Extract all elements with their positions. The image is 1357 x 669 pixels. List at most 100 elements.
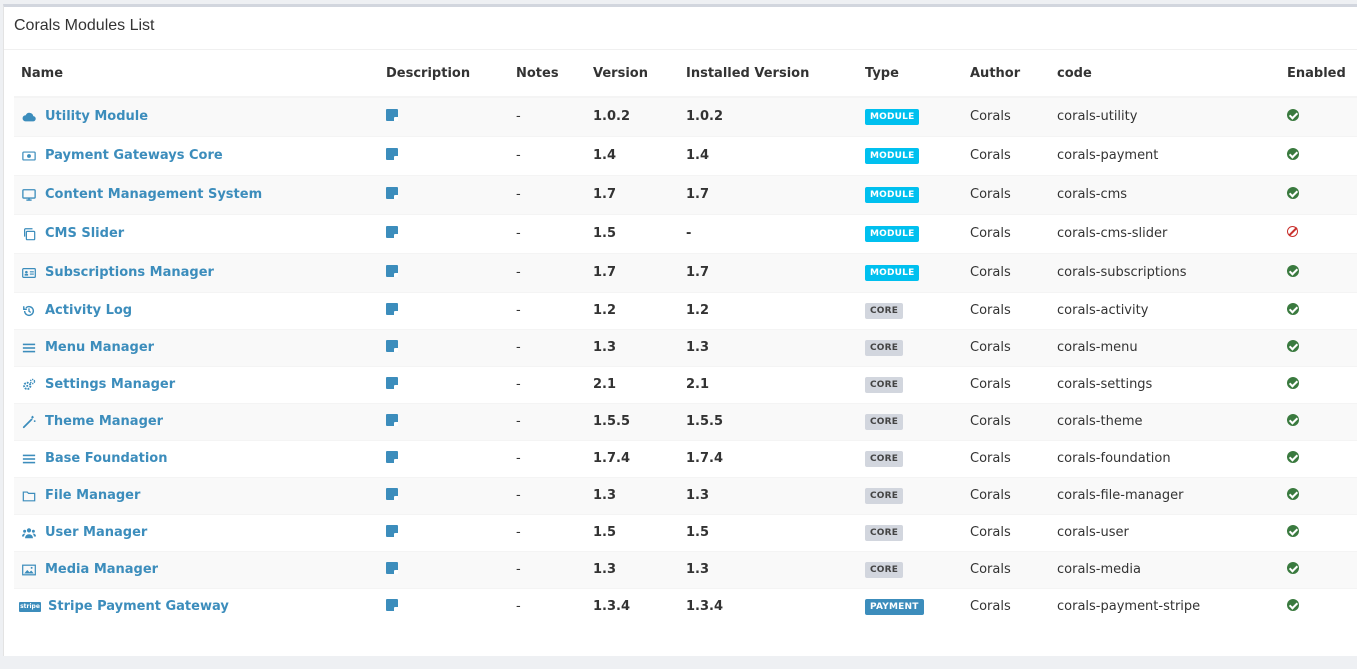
cell-notes: - [509,402,586,440]
cell-version: 1.3 [586,550,679,588]
sticky-note-icon[interactable] [386,108,398,121]
cell-type: CORE [858,291,963,329]
check-circle-icon [1287,339,1299,352]
cell-author: Corals [963,328,1050,366]
sticky-note-icon[interactable] [386,561,398,574]
type-badge: CORE [865,525,904,541]
cell-code: corals-settings [1050,365,1280,403]
cell-version: 1.2 [586,291,679,329]
table-row: Media Manager - 1.3 1.3 CORE Corals cora… [14,550,1357,588]
cell-notes: - [509,213,586,253]
module-name-link[interactable]: Theme Manager [45,414,163,429]
sticky-note-icon[interactable] [386,487,398,500]
cell-type: CORE [858,476,963,514]
table-header-row: Name Description Notes Version Installed… [14,50,1357,98]
cell-description [379,365,509,403]
cell-installed-version: 1.4 [679,135,858,175]
check-circle-icon [1287,413,1299,426]
col-version[interactable]: Version [586,50,679,98]
sticky-note-icon[interactable] [386,225,398,238]
type-badge: CORE [865,451,904,467]
sticky-note-icon[interactable] [386,413,398,426]
type-badge: PAYMENT [865,599,924,616]
col-installed-version[interactable]: Installed Version [679,50,858,98]
cell-type: CORE [858,439,963,477]
panel-title: Corals Modules List [4,7,1357,50]
cell-enabled [1280,135,1357,175]
col-author[interactable]: Author [963,50,1050,98]
cell-code: corals-cms [1050,174,1280,214]
cell-enabled [1280,174,1357,214]
module-name-link[interactable]: User Manager [45,525,147,540]
module-name-link[interactable]: Activity Log [45,303,132,318]
cell-version: 2.1 [586,365,679,403]
sticky-note-icon[interactable] [386,524,398,537]
module-name-link[interactable]: File Manager [45,488,140,503]
cell-author: Corals [963,252,1050,292]
cell-author: Corals [963,174,1050,214]
cell-installed-version: 1.5 [679,513,858,551]
cell-installed-version: 1.3 [679,550,858,588]
sticky-note-icon[interactable] [386,264,398,277]
col-code[interactable]: code [1050,50,1280,98]
cell-name: Media Manager [14,550,379,588]
cell-enabled [1280,96,1357,136]
sticky-note-icon[interactable] [386,598,398,611]
sticky-note-icon[interactable] [386,339,398,352]
module-name-link[interactable]: CMS Slider [45,226,124,241]
module-name-link[interactable]: Utility Module [45,109,148,124]
module-name-link[interactable]: Stripe Payment Gateway [48,599,229,614]
module-name-link[interactable]: Base Foundation [45,451,168,466]
check-circle-icon [1287,524,1299,537]
cell-code: corals-cms-slider [1050,213,1280,253]
cell-version: 1.0.2 [586,96,679,136]
cell-description [379,291,509,329]
module-name-link[interactable]: Subscriptions Manager [45,265,214,280]
cell-notes: - [509,513,586,551]
cell-code: corals-activity [1050,291,1280,329]
magic-wand-icon [21,414,37,430]
col-description[interactable]: Description [379,50,509,98]
cell-name: Activity Log [14,291,379,329]
cell-name: stripe Stripe Payment Gateway [14,587,379,625]
sticky-note-icon[interactable] [386,450,398,463]
cell-author: Corals [963,291,1050,329]
cell-notes: - [509,96,586,136]
cell-description [379,174,509,214]
cell-description [379,213,509,253]
cell-installed-version: 1.3.4 [679,587,858,625]
type-badge: CORE [865,340,904,356]
module-name-link[interactable]: Payment Gateways Core [45,148,223,163]
sticky-note-icon[interactable] [386,186,398,199]
cell-type: MODULE [858,96,963,136]
stripe-icon: stripe [19,599,41,615]
check-circle-icon [1287,147,1299,160]
cell-author: Corals [963,402,1050,440]
check-circle-icon [1287,302,1299,315]
sticky-note-icon[interactable] [386,147,398,160]
module-name-link[interactable]: Content Management System [45,187,262,202]
col-name[interactable]: Name [14,50,379,98]
cell-code: corals-subscriptions [1050,252,1280,292]
col-notes[interactable]: Notes [509,50,586,98]
type-badge: CORE [865,377,904,393]
cell-enabled [1280,252,1357,292]
table-row: Settings Manager - 2.1 2.1 CORE Corals c… [14,365,1357,403]
module-name-link[interactable]: Menu Manager [45,340,154,355]
id-card-icon [21,265,37,281]
col-enabled[interactable]: Enabled [1280,50,1357,98]
sticky-note-icon[interactable] [386,302,398,315]
cell-author: Corals [963,513,1050,551]
cell-enabled [1280,328,1357,366]
cell-name: Settings Manager [14,365,379,403]
cell-enabled [1280,476,1357,514]
col-type[interactable]: Type [858,50,963,98]
cell-version: 1.7.4 [586,439,679,477]
cell-author: Corals [963,96,1050,136]
cell-code: corals-foundation [1050,439,1280,477]
type-badge: MODULE [865,187,920,203]
module-name-link[interactable]: Settings Manager [45,377,175,392]
sticky-note-icon[interactable] [386,376,398,389]
money-icon [21,148,37,164]
module-name-link[interactable]: Media Manager [45,562,158,577]
